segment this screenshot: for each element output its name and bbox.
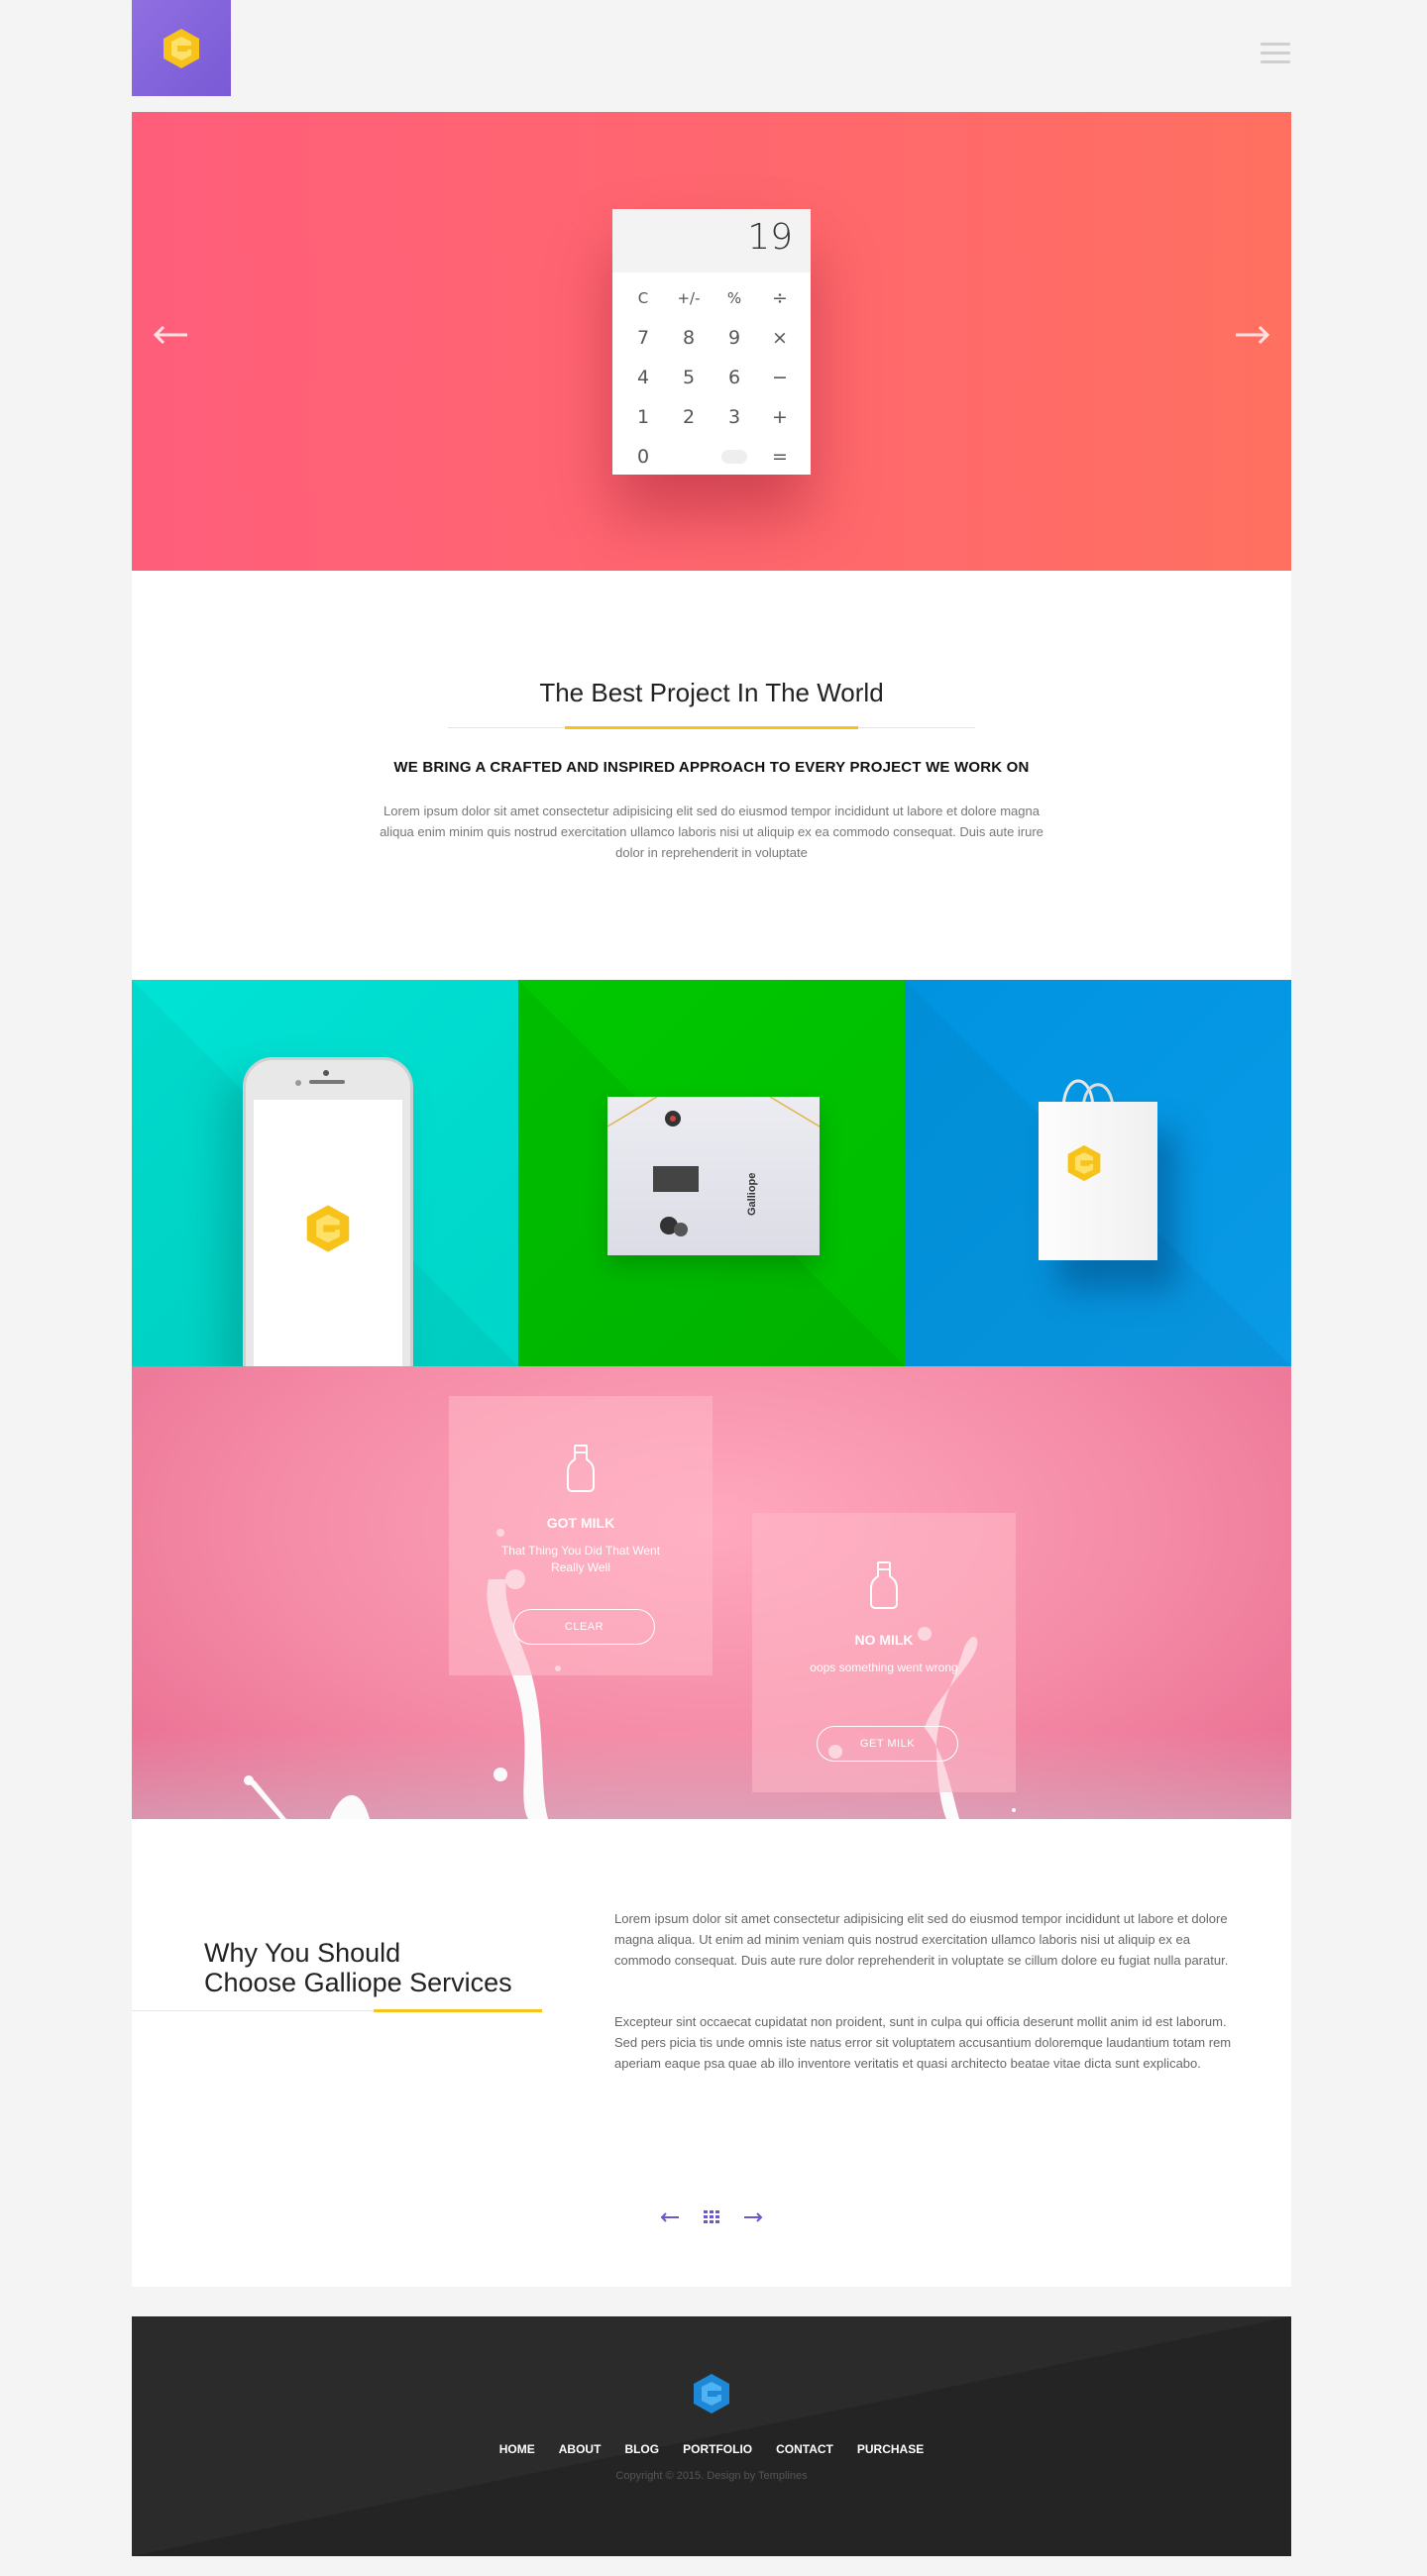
envelope-mockup: Galliope — [607, 1097, 820, 1255]
post-pager — [132, 2209, 1291, 2225]
calc-key-blank — [666, 437, 712, 477]
footer-nav-blog[interactable]: BLOG — [624, 2442, 659, 2456]
calc-key-divide[interactable]: ÷ — [757, 278, 803, 318]
intro-section: The Best Project In The World WE BRING A… — [132, 571, 1291, 980]
footer-nav-purchase[interactable]: PURCHASE — [857, 2442, 924, 2456]
intro-subtitle: WE BRING A CRAFTED AND INSPIRED APPROACH… — [393, 759, 1030, 776]
calc-key-0[interactable]: 0 — [620, 437, 666, 477]
portfolio-tile-envelope[interactable]: Galliope — [518, 980, 905, 1366]
arrow-right-icon[interactable] — [1234, 325, 1271, 345]
footer-nav: HOME ABOUT BLOG PORTFOLIO CONTACT PURCHA… — [132, 2442, 1291, 2456]
calc-key-equals[interactable]: = — [757, 437, 803, 477]
hamburger-menu-icon[interactable] — [1261, 43, 1290, 64]
calc-key-4[interactable]: 4 — [620, 358, 666, 397]
why-choose-section: Why You Should Choose Galliope Services … — [132, 1819, 1291, 2287]
footer-nav-portfolio[interactable]: PORTFOLIO — [683, 2442, 752, 2456]
milk-bottle-icon — [870, 1561, 898, 1609]
site-logo[interactable] — [132, 0, 231, 96]
card-description: That Thing You Did That Went Really Well — [500, 1544, 661, 1574]
milk-card-no-milk: NO MILK oops something went wrong GET MI… — [752, 1513, 1016, 1792]
calc-key-5[interactable]: 5 — [666, 358, 712, 397]
footer-logo-icon[interactable] — [690, 2371, 733, 2416]
footer-diagonal-decoration — [132, 2316, 1291, 2556]
calc-key-pill — [721, 450, 747, 464]
why-paragraph-2: Excepteur sint occaecat cupidatat non pr… — [614, 2014, 1232, 2071]
intro-body: Lorem ipsum dolor sit amet consectetur a… — [380, 804, 1043, 860]
footer-nav-home[interactable]: HOME — [499, 2442, 535, 2456]
calc-key-dot[interactable] — [712, 437, 757, 477]
galliope-logo-icon — [306, 1205, 350, 1252]
shopping-bag-mockup — [1039, 1102, 1157, 1260]
card-title: NO MILK — [854, 1632, 914, 1648]
prev-arrow-icon[interactable] — [658, 2209, 682, 2225]
envelope-brand-label: Galliope — [746, 1172, 758, 1216]
milk-bottle-icon — [567, 1445, 595, 1492]
hero-slider: 19 C +/- % ÷ 7 8 9 × 4 5 6 − 1 2 3 + 0 = — [132, 112, 1291, 571]
grid-view-icon[interactable] — [700, 2209, 723, 2225]
clear-button[interactable]: CLEAR — [513, 1609, 655, 1645]
divider-accent — [374, 2009, 542, 2012]
calc-key-sign[interactable]: +/- — [666, 278, 712, 318]
galliope-logo-icon — [1067, 1144, 1101, 1182]
calculator-mockup: 19 C +/- % ÷ 7 8 9 × 4 5 6 − 1 2 3 + 0 = — [612, 209, 811, 475]
footer-nav-about[interactable]: ABOUT — [559, 2442, 602, 2456]
why-title: Why You Should Choose Galliope Services — [204, 1938, 521, 1997]
why-paragraph-1: Lorem ipsum dolor sit amet consectetur a… — [614, 1911, 1229, 1968]
next-arrow-icon[interactable] — [741, 2209, 765, 2225]
calculator-keypad: C +/- % ÷ 7 8 9 × 4 5 6 − 1 2 3 + 0 = — [612, 272, 811, 477]
intro-title: The Best Project In The World — [539, 678, 884, 707]
intro-divider — [448, 726, 975, 729]
why-title-line2: Choose Galliope Services — [204, 1968, 512, 1997]
calc-key-1[interactable]: 1 — [620, 397, 666, 437]
calc-key-plus[interactable]: + — [757, 397, 803, 437]
calc-key-percent[interactable]: % — [712, 278, 757, 318]
calc-key-minus[interactable]: − — [757, 358, 803, 397]
why-title-line1: Why You Should — [204, 1938, 401, 1968]
site-footer: HOME ABOUT BLOG PORTFOLIO CONTACT PURCHA… — [132, 2316, 1291, 2556]
get-milk-button[interactable]: GET MILK — [817, 1726, 958, 1762]
arrow-left-icon[interactable] — [152, 325, 189, 345]
card-description: oops something went wrong — [810, 1661, 958, 1674]
calc-key-clear[interactable]: C — [620, 278, 666, 318]
calc-key-7[interactable]: 7 — [620, 318, 666, 358]
calc-key-6[interactable]: 6 — [712, 358, 757, 397]
envelope-fold-lines — [607, 1097, 820, 1236]
galliope-logo-icon — [164, 28, 199, 68]
calc-key-8[interactable]: 8 — [666, 318, 712, 358]
calculator-display: 19 — [612, 209, 811, 272]
phone-mockup — [243, 1057, 413, 1366]
milk-feature-section: GOT MILK That Thing You Did That Went Re… — [132, 1366, 1291, 1819]
divider-accent — [565, 726, 858, 729]
footer-nav-contact[interactable]: CONTACT — [776, 2442, 833, 2456]
calc-key-2[interactable]: 2 — [666, 397, 712, 437]
why-divider — [132, 2009, 542, 2012]
milk-card-got-milk: GOT MILK That Thing You Did That Went Re… — [449, 1396, 713, 1675]
calc-key-3[interactable]: 3 — [712, 397, 757, 437]
calc-key-9[interactable]: 9 — [712, 318, 757, 358]
portfolio-tile-bag[interactable] — [905, 980, 1291, 1366]
card-title: GOT MILK — [546, 1515, 615, 1531]
portfolio-tile-phone[interactable] — [132, 980, 518, 1366]
calc-key-multiply[interactable]: × — [757, 318, 803, 358]
footer-copyright: Copyright © 2015. Design by Templines — [615, 2470, 808, 2482]
